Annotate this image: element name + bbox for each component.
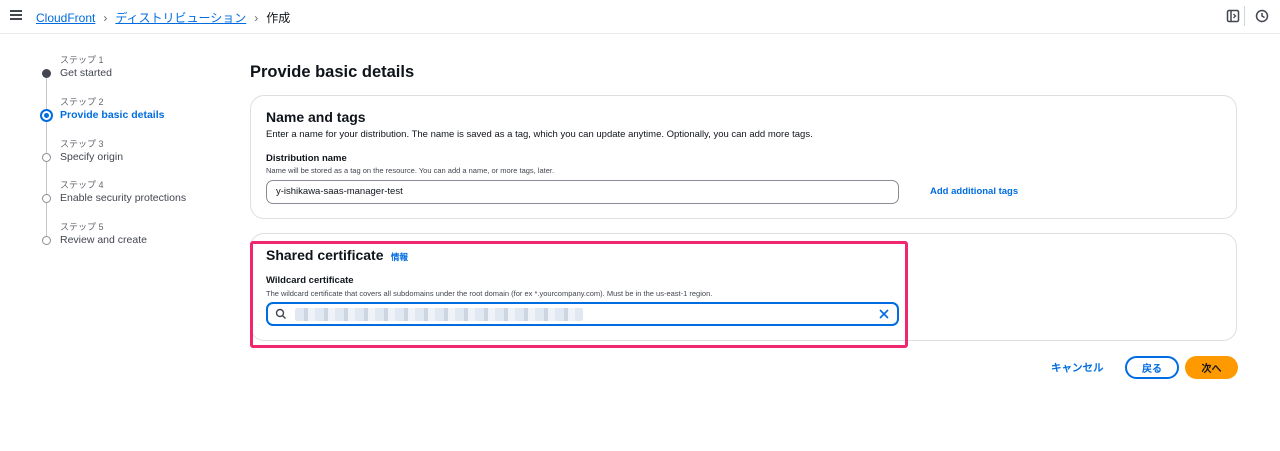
menu-icon[interactable] bbox=[10, 10, 22, 20]
panel-title: Name and tags bbox=[266, 109, 366, 125]
history-icon[interactable] bbox=[1255, 9, 1269, 23]
breadcrumb-cloudfront[interactable]: CloudFront bbox=[36, 11, 95, 25]
step-number: ステップ 4 bbox=[60, 180, 104, 190]
back-button[interactable]: 戻る bbox=[1125, 356, 1179, 379]
next-button[interactable]: 次へ bbox=[1185, 356, 1238, 379]
step-pending-icon bbox=[42, 153, 51, 162]
annotation-highlight-box bbox=[250, 241, 908, 348]
step-pending-icon bbox=[42, 194, 51, 203]
panel-description: Enter a name for your distribution. The … bbox=[266, 129, 813, 140]
distribution-name-label: Distribution name bbox=[266, 153, 347, 164]
name-and-tags-panel: Name and tags Enter a name for your dist… bbox=[250, 95, 1237, 219]
step-number: ステップ 3 bbox=[60, 139, 104, 149]
breadcrumb-distributions[interactable]: ディストリビューション bbox=[115, 9, 246, 26]
add-additional-tags-link[interactable]: Add additional tags bbox=[930, 186, 1018, 197]
distribution-name-input[interactable]: y-ishikawa-saas-manager-test bbox=[266, 180, 899, 204]
chevron-right-icon: › bbox=[254, 10, 259, 25]
side-panel-icon[interactable] bbox=[1226, 9, 1240, 23]
top-navigation-bar: CloudFront › ディストリビューション › 作成 bbox=[0, 0, 1280, 34]
step-number: ステップ 2 bbox=[60, 97, 104, 107]
step-pending-icon bbox=[42, 236, 51, 245]
cancel-button[interactable]: キャンセル bbox=[1051, 360, 1104, 375]
page-title: Provide basic details bbox=[250, 63, 415, 81]
step-label: Review and create bbox=[60, 234, 147, 246]
step-label: Provide basic details bbox=[60, 109, 165, 121]
step-label: Get started bbox=[60, 67, 112, 79]
toolbar-divider bbox=[1244, 6, 1245, 26]
step-label: Enable security protections bbox=[60, 192, 187, 204]
step-label: Specify origin bbox=[60, 151, 124, 163]
breadcrumb-current: 作成 bbox=[266, 11, 291, 25]
step-number: ステップ 1 bbox=[60, 55, 104, 65]
step-active-icon bbox=[40, 109, 53, 122]
step-done-icon bbox=[42, 69, 51, 78]
breadcrumb: CloudFront › ディストリビューション › 作成 bbox=[36, 9, 290, 26]
distribution-name-hint: Name will be stored as a tag on the reso… bbox=[266, 166, 555, 175]
step-number: ステップ 5 bbox=[60, 222, 104, 232]
chevron-right-icon: › bbox=[103, 10, 108, 25]
